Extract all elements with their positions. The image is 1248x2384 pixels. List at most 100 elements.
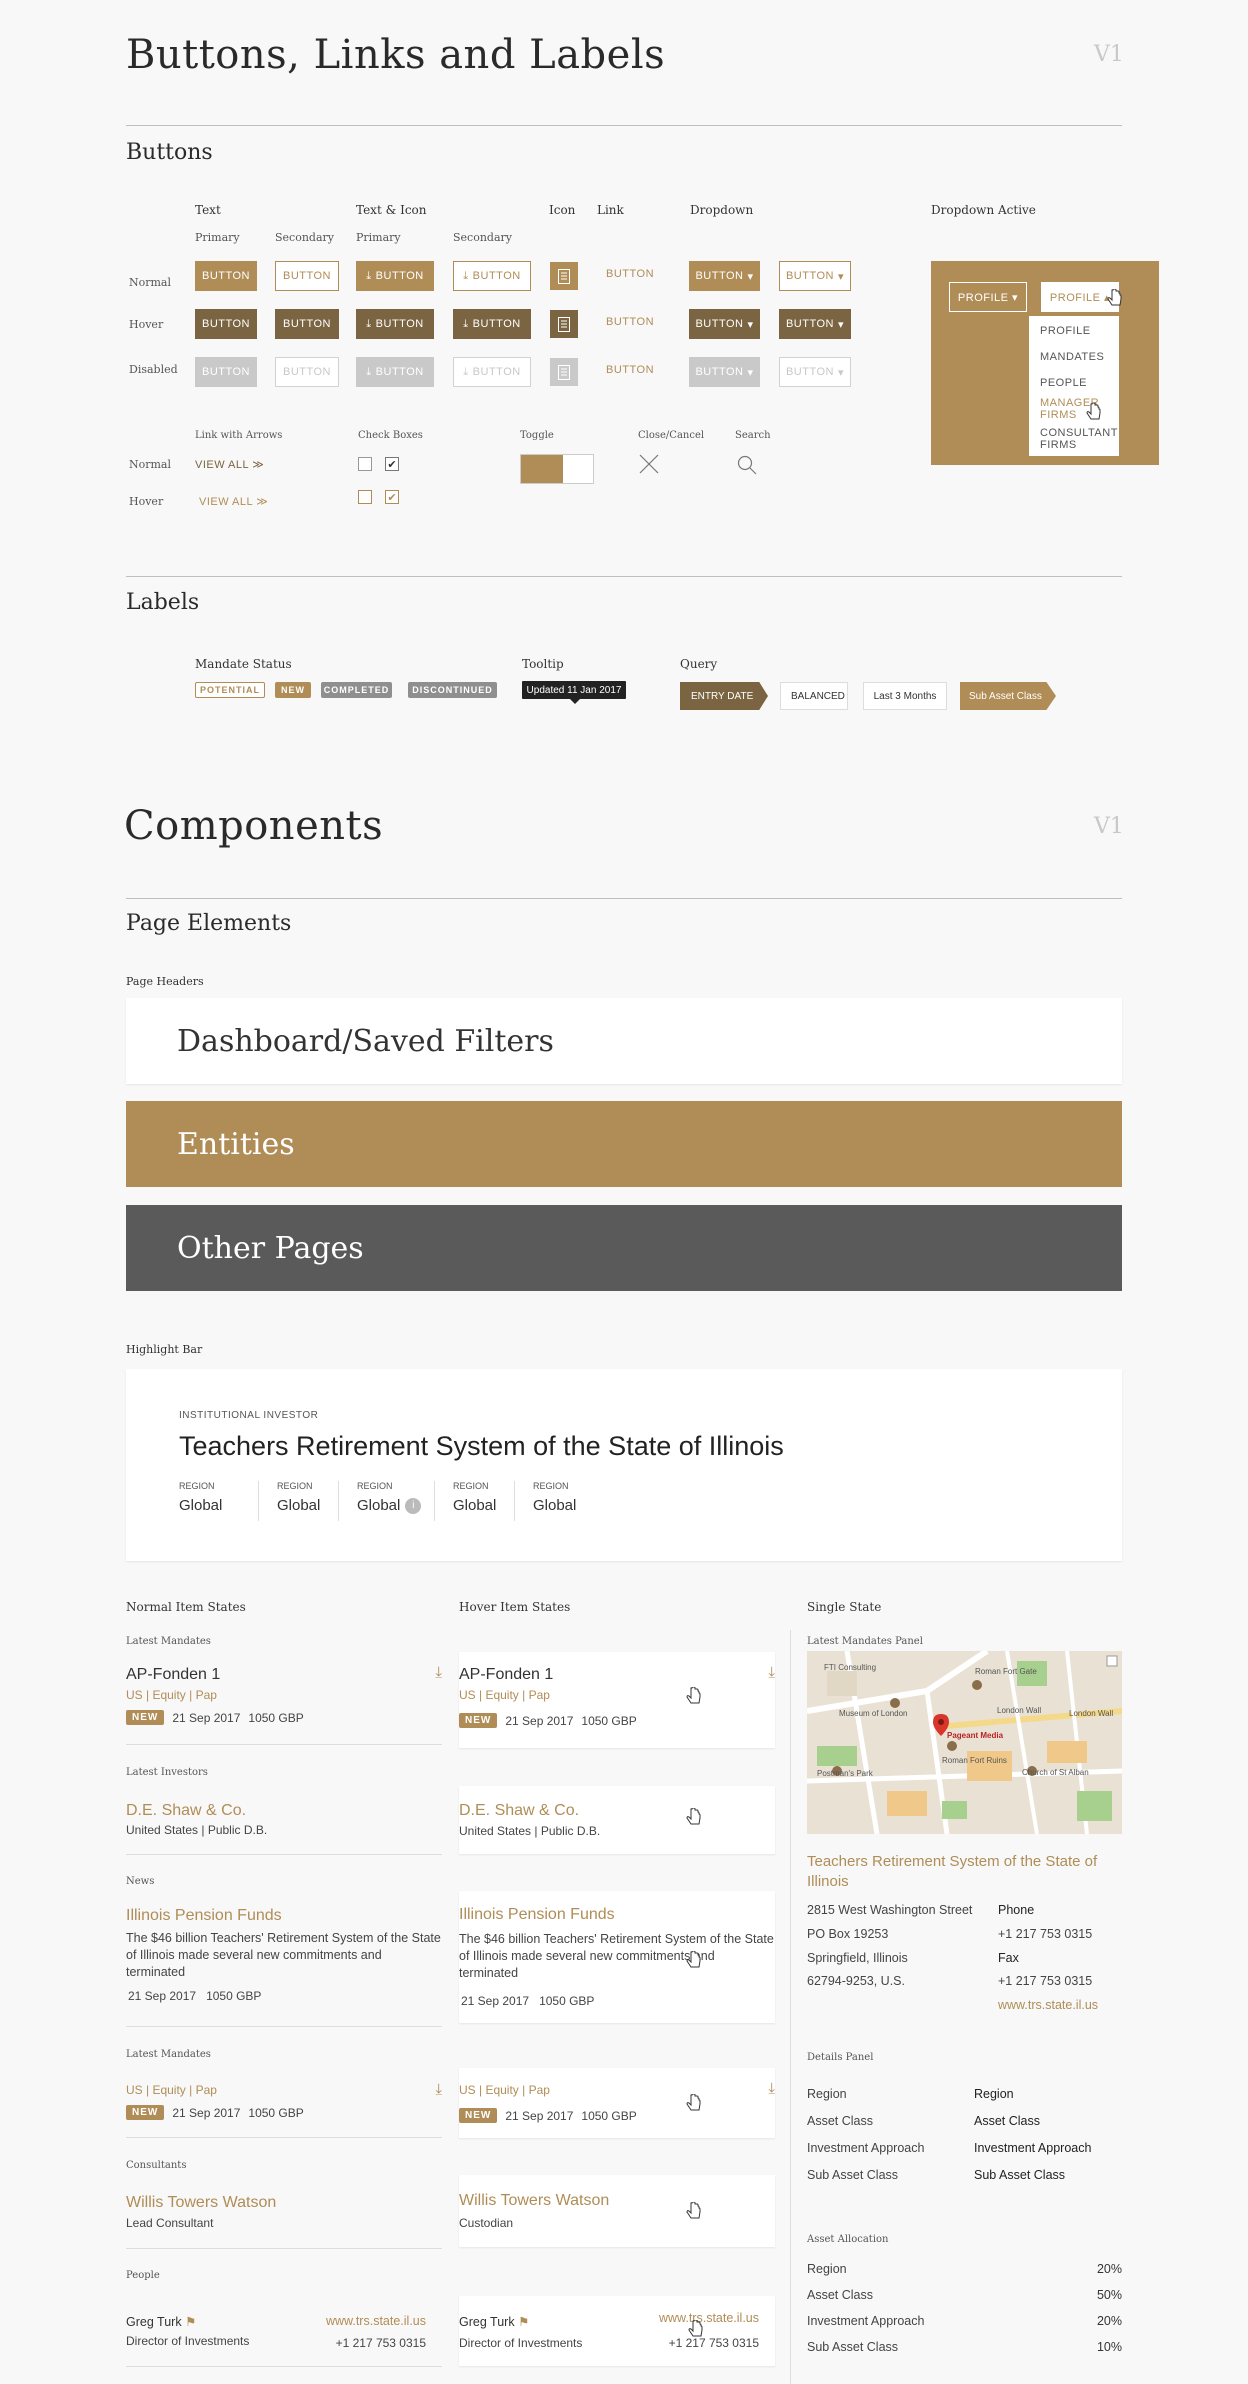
chevron-down-icon: ▾ [747, 270, 754, 283]
dropdown-button[interactable]: BUTTON ▾ [689, 261, 760, 291]
col-toggle: Toggle [520, 430, 554, 441]
primary-button[interactable]: BUTTON [195, 261, 257, 291]
query-tag-last-3-months[interactable]: Last 3 Months [863, 682, 947, 710]
consultant-name: Willis Towers Watson [126, 2194, 277, 2211]
mandate-item[interactable]: AP-Fonden 1 US | Equity | Pap NEW 21 Sep … [126, 1664, 442, 1744]
person-phone: +1 217 753 0315 [335, 2336, 426, 2350]
investor-item-hover[interactable]: D.E. Shaw & Co. United States | Public D… [459, 1786, 775, 1854]
menu-item-profile[interactable]: PROFILE [1029, 318, 1119, 344]
asset-allocation-label: Asset Allocation [807, 2234, 889, 2245]
query-tag-balanced[interactable]: BALANCED [780, 682, 848, 710]
link-button-hover[interactable]: BUTTON [606, 316, 654, 328]
mandate-item-hover[interactable]: AP-Fonden 1 US | Equity | Pap NEW 21 Sep … [459, 1652, 775, 1748]
view-all-link-hover[interactable]: VIEW ALL ≫ [199, 495, 268, 508]
secondary-button[interactable]: BUTTON [275, 261, 339, 291]
mandate-name: AP-Fonden 1 [126, 1666, 221, 1683]
primary-icon-button-disabled: ⤓ BUTTON [356, 357, 434, 387]
menu-item-mandates[interactable]: MANDATES [1029, 344, 1119, 370]
map[interactable]: FTI Consulting Roman Fort Gate Museum of… [807, 1651, 1122, 1834]
checkbox-unchecked[interactable] [358, 457, 372, 471]
chevron-down-icon: ▾ [838, 318, 845, 331]
person-item-hover[interactable]: Greg Turk ⚑ Director of Investments www.… [459, 2296, 775, 2366]
secondary-icon-button[interactable]: ⤓ BUTTON [453, 261, 531, 291]
tooltip-arrow [570, 699, 580, 704]
checkbox-checked[interactable]: ✔ [385, 457, 399, 471]
person-item[interactable]: Greg Turk ⚑ Director of Investments www.… [126, 2314, 442, 2362]
primary-icon-button[interactable]: ⤓ BUTTON [356, 261, 434, 291]
download-icon: ⤓ [366, 365, 372, 378]
investor-item[interactable]: D.E. Shaw & Co. United States | Public D… [126, 1802, 442, 1852]
secondary-icon-button-hover[interactable]: ⤓ BUTTON [453, 309, 531, 339]
download-icon[interactable]: ⤓ [435, 2081, 442, 2098]
chevron-down-icon: ▾ [747, 318, 754, 331]
mandate-path: US | Equity | Pap [459, 2083, 550, 2097]
latest-mandates-label: Latest Mandates [126, 2049, 211, 2060]
news-item-hover[interactable]: Illinois Pension Funds The $46 billion T… [459, 1891, 775, 2023]
link-button[interactable]: BUTTON [606, 268, 654, 280]
mandate-path: US | Equity | Pap [126, 2083, 217, 2097]
divider [126, 2248, 442, 2249]
person-website[interactable]: www.trs.state.il.us [659, 2311, 759, 2325]
news-label: News [126, 1876, 155, 1887]
icon-button[interactable] [550, 262, 578, 290]
download-icon[interactable]: ⤓ [768, 1664, 775, 1681]
menu-item-people[interactable]: PEOPLE [1029, 370, 1119, 396]
primary-icon-button-hover[interactable]: ⤓ BUTTON [356, 309, 434, 339]
icon-button-disabled [550, 358, 578, 386]
chevron-down-icon: ▾ [747, 366, 754, 379]
query-tag-sub-asset-class[interactable]: Sub Asset Class [960, 682, 1056, 710]
col-checkboxes: Check Boxes [358, 430, 423, 441]
secondary-button-hover[interactable]: BUTTON [275, 309, 339, 339]
col-query: Query [680, 657, 718, 671]
section-title-buttons: Buttons, Links and Labels [126, 32, 666, 78]
dropdown-button-hover[interactable]: BUTTON ▾ [689, 309, 760, 339]
latest-investors-label: Latest Investors [126, 1767, 208, 1778]
row-normal: Normal [129, 458, 172, 471]
checkbox-checked-hover[interactable]: ✔ [385, 490, 399, 504]
news-item[interactable]: Illinois Pension Funds The $46 billion T… [126, 1907, 442, 2017]
info-icon[interactable]: i [405, 1497, 422, 1514]
phone-label: Phone [998, 1903, 1035, 1917]
toggle[interactable] [520, 454, 594, 484]
row-normal: Normal [129, 276, 172, 289]
org-name[interactable]: Teachers Retirement System of the State … [807, 1852, 1122, 1891]
document-icon [558, 364, 570, 380]
consultant-item[interactable]: Willis Towers Watson Lead Consultant [126, 2194, 442, 2244]
menu-item-consultant-firms[interactable]: CONSULTANT FIRMS [1029, 422, 1119, 456]
dropdown-button-disabled: BUTTON ▾ [689, 357, 760, 387]
close-icon[interactable] [639, 454, 659, 474]
website-link[interactable]: www.trs.state.il.us [998, 1994, 1098, 2018]
dropdown-secondary-button[interactable]: BUTTON ▾ [779, 261, 851, 291]
stat: REGION Global i [339, 1481, 435, 1521]
divider [126, 125, 1122, 126]
person-name: Greg Turk ⚑ [459, 2315, 530, 2329]
view-all-link[interactable]: VIEW ALL ≫ [195, 458, 264, 471]
map-label: Roman Fort Ruins [942, 1756, 1007, 1765]
divider [126, 2026, 442, 2027]
mandate-item-compact[interactable]: US | Equity | Pap NEW 21 Sep 2017 1050 GBP… [126, 2081, 442, 2135]
search-icon[interactable] [737, 455, 757, 475]
tooltip: Updated 11 Jan 2017 [522, 681, 626, 699]
download-icon[interactable]: ⤓ [435, 1664, 442, 1681]
news-title: Illinois Pension Funds [459, 1906, 615, 1923]
person-website[interactable]: www.trs.state.il.us [326, 2314, 426, 2328]
query-tag-entry-date[interactable]: ENTRY DATE [680, 682, 768, 710]
icon-button-hover[interactable] [550, 310, 578, 338]
hand-cursor-icon [686, 1951, 701, 1968]
map-label: London Wall [997, 1706, 1042, 1715]
highlight-stats: REGION Global REGION Global REGION Global i … [179, 1481, 595, 1521]
stat: REGION Global [435, 1481, 515, 1521]
menu-item-manager-firms[interactable]: MANAGER FIRMS [1029, 396, 1119, 422]
dropdown-secondary-button-hover[interactable]: BUTTON ▾ [779, 309, 851, 339]
mandate-item-compact-hover[interactable]: US | Equity | Pap NEW 21 Sep 2017 1050 GBP… [459, 2068, 775, 2138]
download-icon[interactable]: ⤓ [768, 2080, 775, 2097]
double-chevron-icon: ≫ [252, 459, 265, 471]
profile-dropdown-button[interactable]: PROFILE ▾ [949, 282, 1027, 312]
primary-button-hover[interactable]: BUTTON [195, 309, 257, 339]
investor-name: D.E. Shaw & Co. [459, 1802, 580, 1819]
mandate-path: US | Equity | Pap [459, 1688, 550, 1702]
checkbox-unchecked-hover[interactable] [358, 490, 372, 504]
secondary-button-disabled: BUTTON [275, 357, 339, 387]
map-image [807, 1651, 1122, 1834]
consultant-item-hover[interactable]: Willis Towers Watson Custodian [459, 2175, 775, 2247]
